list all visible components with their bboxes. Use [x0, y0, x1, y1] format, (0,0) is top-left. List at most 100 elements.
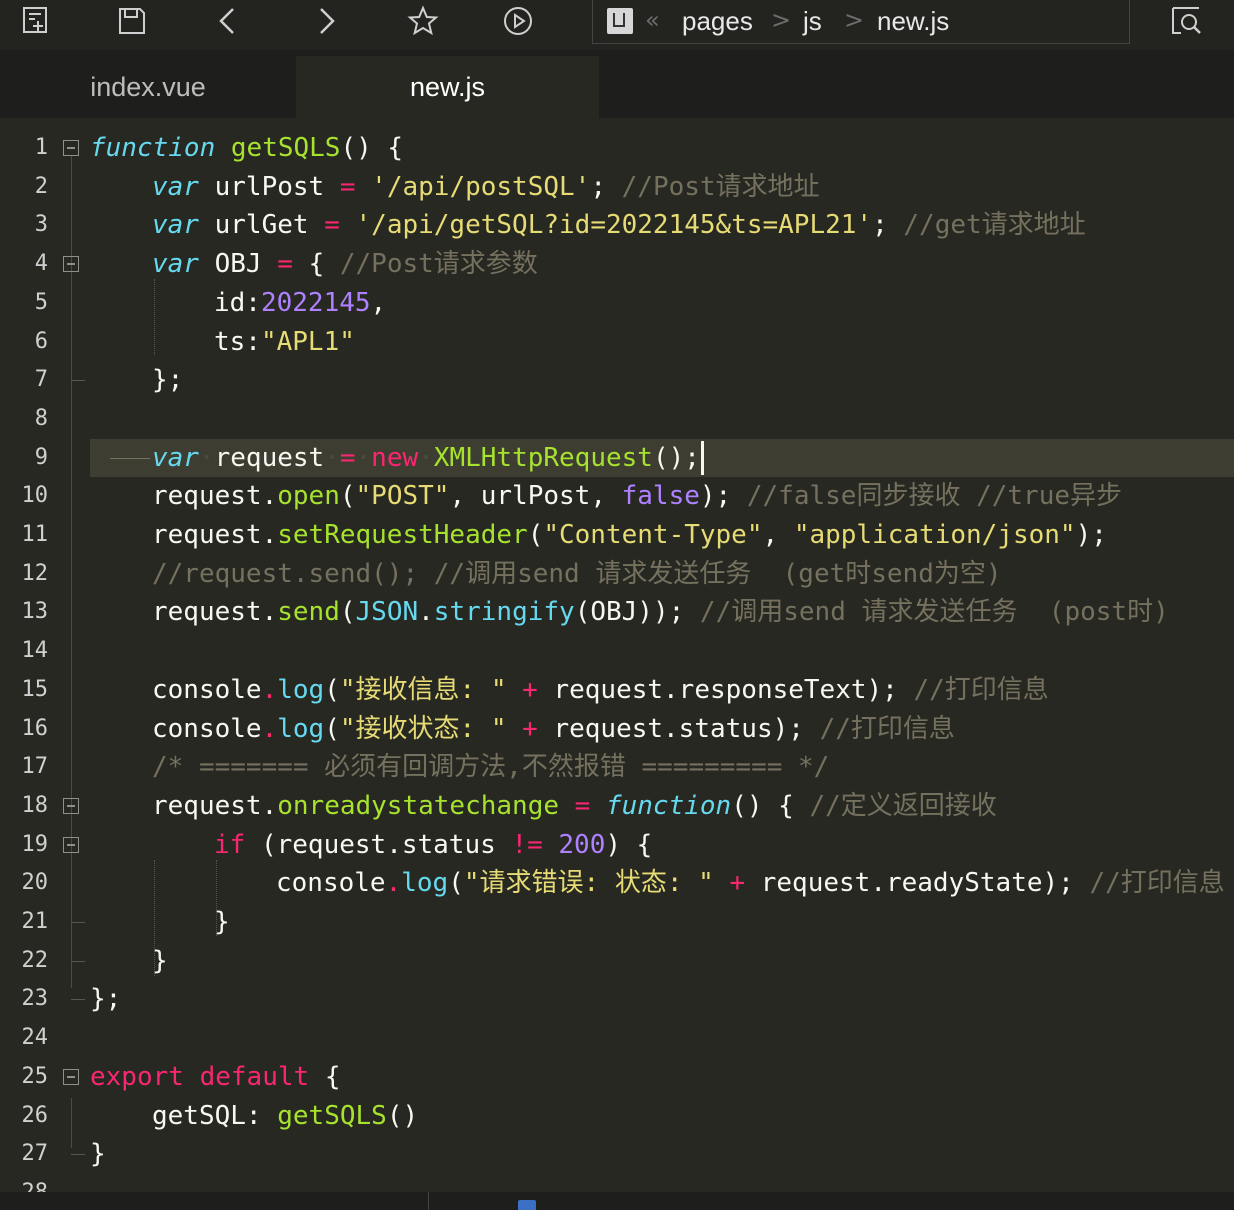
- code-line-6: 6 ts:"APL1": [0, 323, 1234, 362]
- project-root-icon[interactable]: [607, 8, 633, 34]
- line-number: 24: [21, 1025, 49, 1051]
- code-line-13: 13 request.send(JSON.stringify(OBJ)); //…: [0, 593, 1234, 632]
- code-text: request.setRequestHeader("Content-Type",…: [152, 520, 1107, 550]
- code-line-19: 19 if (request.status != 200) {: [0, 826, 1234, 865]
- code-text: export default {: [90, 1061, 341, 1092]
- fold-toggle-icon[interactable]: [63, 140, 79, 156]
- status-divider: [428, 1192, 429, 1210]
- line-number: 11: [21, 522, 49, 547]
- line-number: 20: [21, 870, 49, 896]
- breadcrumb-collapse[interactable]: «: [645, 6, 660, 34]
- run-icon[interactable]: [500, 3, 536, 39]
- line-number: 4: [34, 251, 48, 277]
- code-line-27: 27 }: [0, 1135, 1234, 1174]
- line-number: 6: [34, 328, 48, 354]
- star-icon[interactable]: [405, 3, 441, 39]
- code-text: //request.send(); //调用send 请求发送任务 (get时s…: [152, 558, 1002, 589]
- code-line-10: 10 request.open("POST", urlPost, false);…: [0, 477, 1234, 516]
- new-file-icon[interactable]: [18, 3, 54, 39]
- whitespace-marker: [110, 457, 150, 459]
- code-line-18: 18 request.onreadystatechange = function…: [0, 787, 1234, 826]
- code-text: };: [90, 984, 122, 1015]
- line-number: 9: [34, 444, 48, 470]
- code-line-28: 28: [0, 1174, 1234, 1192]
- code-text: if (request.status != 200) {: [214, 829, 653, 860]
- code-text: request.send(JSON.stringify(OBJ)); //调用s…: [152, 597, 1169, 628]
- line-number: 23: [21, 986, 49, 1012]
- code-text: id:2022145,: [214, 287, 387, 318]
- code-line-12: 12 //request.send(); //调用send 请求发送任务 (ge…: [0, 555, 1234, 594]
- text-cursor: [700, 441, 704, 476]
- breadcrumb-item-pages[interactable]: pages: [682, 6, 753, 37]
- fold-end-marker: [71, 999, 85, 1001]
- breadcrumb-item-file[interactable]: new.js: [877, 6, 949, 37]
- code-line-14: 14: [0, 632, 1234, 671]
- code-line-2: 2 var urlPost = '/api/postSQL'; //Post请求…: [0, 168, 1234, 207]
- code-text: }: [152, 945, 168, 976]
- line-number: 28: [0, 1174, 49, 1192]
- status-file-icon[interactable]: [518, 1200, 536, 1210]
- line-number: 26: [21, 1102, 49, 1128]
- fold-toggle-icon[interactable]: [63, 797, 79, 814]
- line-number: 3: [34, 212, 48, 238]
- fold-toggle-icon[interactable]: [63, 256, 79, 273]
- code-line-25: 25 export default {: [0, 1058, 1234, 1097]
- line-number: 14: [21, 638, 49, 664]
- line-number: 1: [34, 135, 48, 160]
- code-line-4: 4 var OBJ = { //Post请求参数: [0, 245, 1234, 284]
- code-line-17: 17 /* ======= 必须有回调方法,不然报错 ========= */: [0, 748, 1234, 787]
- breadcrumb-item-js[interactable]: js: [803, 6, 822, 37]
- code-text: getSQL: getSQLS(): [152, 1100, 419, 1131]
- line-number: 15: [21, 676, 49, 702]
- tab-new-js[interactable]: new.js: [296, 56, 599, 118]
- code-text: }: [90, 1139, 106, 1170]
- code-line-7: 7 };: [0, 361, 1234, 400]
- code-text: }: [214, 907, 230, 937]
- tab-bar: index.vue new.js: [0, 50, 1234, 118]
- code-line-22: 22 }: [0, 942, 1234, 981]
- line-number: 7: [34, 367, 48, 393]
- back-icon[interactable]: [211, 3, 247, 39]
- find-in-file-icon[interactable]: [1168, 3, 1204, 39]
- fold-end-marker: [71, 922, 85, 923]
- code-text: request.open("POST", urlPost, false); //…: [152, 481, 1123, 512]
- code-line-5: 5 id:2022145,: [0, 284, 1234, 323]
- fold-toggle-icon[interactable]: [63, 836, 79, 853]
- breadcrumb-separator: >: [844, 6, 865, 34]
- code-text: request.onreadystatechange = function() …: [152, 790, 997, 821]
- code-text: var OBJ = { //Post请求参数: [152, 249, 538, 280]
- code-line-23: 23 };: [0, 980, 1234, 1019]
- line-number: 12: [21, 560, 49, 586]
- tab-index-vue[interactable]: index.vue: [0, 56, 296, 118]
- line-number: 19: [21, 831, 49, 857]
- code-text: };: [152, 365, 184, 396]
- line-number: 17: [21, 754, 49, 780]
- code-editor[interactable]: 1 function getSQLS() { 2 var urlPost = '…: [0, 118, 1234, 1192]
- code-line-9: 9 var·request·=·new·XMLHttpRequest();: [0, 438, 1234, 478]
- save-icon[interactable]: [114, 3, 150, 39]
- code-text: function getSQLS() {: [90, 133, 404, 163]
- code-line-1: 1 function getSQLS() {: [0, 129, 1234, 168]
- fold-toggle-icon[interactable]: [63, 1068, 79, 1085]
- fold-end-marker: [71, 380, 85, 382]
- line-number: 21: [21, 909, 49, 934]
- forward-icon[interactable]: [307, 3, 343, 39]
- fold-end-marker: [71, 960, 85, 962]
- code-text: console.log("接收状态: " + request.status); …: [152, 713, 955, 744]
- code-line-26: 26 getSQL: getSQLS(): [0, 1097, 1234, 1136]
- code-line-20: 20 console.log("请求错误: 状态: " + request.re…: [0, 864, 1234, 903]
- line-number: 16: [21, 715, 49, 741]
- code-text: var urlPost = '/api/postSQL'; //Post请求地址: [152, 171, 820, 202]
- code-text: ts:"APL1": [214, 326, 355, 357]
- code-line-24: 24: [0, 1019, 1234, 1058]
- code-text: console.log("请求错误: 状态: " + request.ready…: [276, 868, 1225, 899]
- code-line-3: 3 var urlGet = '/api/getSQL?id=2022145&t…: [0, 206, 1234, 245]
- line-number: 22: [21, 947, 49, 973]
- code-line-16: 16 console.log("接收状态: " + request.status…: [0, 710, 1234, 749]
- code-text: var urlGet = '/api/getSQL?id=2022145&ts=…: [152, 210, 1086, 241]
- line-number: 5: [34, 289, 48, 315]
- line-number: 27: [21, 1141, 49, 1167]
- breadcrumb: « pages > js > new.js: [592, 0, 1130, 44]
- code-line-15: 15 console.log("接收信息: " + request.respon…: [0, 671, 1234, 710]
- top-toolbar: « pages > js > new.js: [0, 0, 1234, 50]
